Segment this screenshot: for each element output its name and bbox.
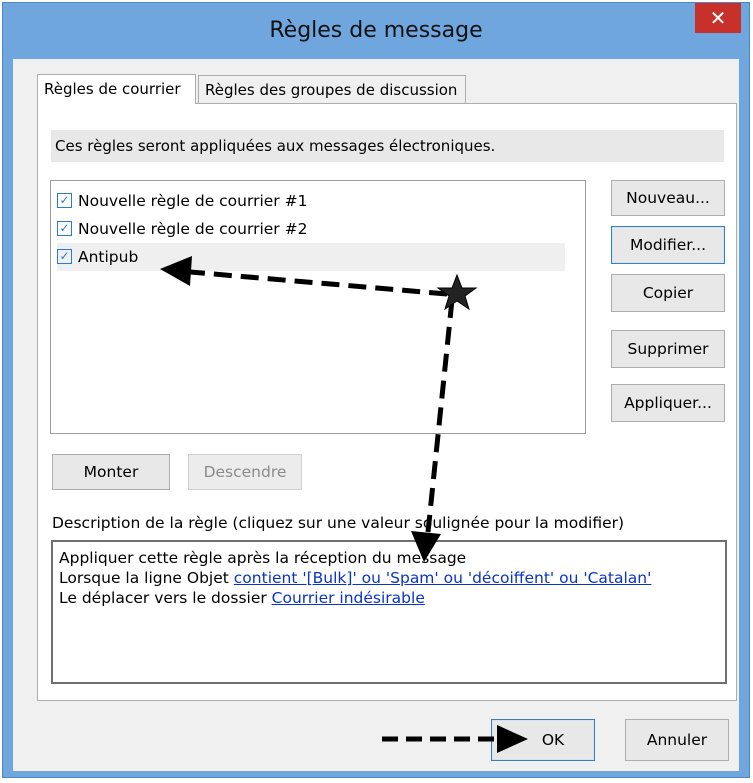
annotation-arrow-to-rule — [160, 256, 448, 297]
tab-mail-rules[interactable]: Règles de courrier — [37, 74, 196, 104]
annotation-overlay — [160, 256, 528, 753]
annotation-arrow-to-description — [411, 299, 455, 562]
star-icon — [436, 273, 478, 311]
annotation-arrow-to-ok — [382, 725, 528, 753]
